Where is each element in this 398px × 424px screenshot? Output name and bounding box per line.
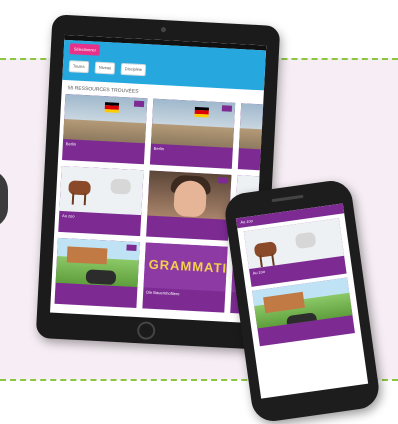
card-image <box>59 165 144 216</box>
castle-illustration <box>263 291 305 314</box>
filter-dropdown-1[interactable]: Toutes <box>68 60 90 74</box>
home-button[interactable] <box>136 321 156 341</box>
card-caption <box>239 148 267 154</box>
goat-illustration <box>294 231 317 250</box>
speaker-icon <box>271 194 304 203</box>
castle-illustration <box>66 246 108 265</box>
phone-resource-card[interactable]: Au zoo <box>243 218 347 287</box>
bookmark-icon[interactable] <box>133 100 145 108</box>
animal-illustration <box>85 269 117 285</box>
resource-card[interactable] <box>237 103 267 171</box>
card-image <box>238 103 267 150</box>
phone-screen: Au zoo Au zoo <box>235 203 369 399</box>
resource-card[interactable] <box>146 170 232 241</box>
camera-icon <box>160 26 167 33</box>
horse-leg <box>83 193 87 206</box>
phone-resource-card[interactable] <box>252 277 355 347</box>
filter-dropdown-3[interactable]: Discipline <box>120 62 147 77</box>
german-flag-icon <box>194 106 209 118</box>
horse-illustration <box>253 241 278 259</box>
resource-card[interactable] <box>54 237 140 309</box>
horse-leg <box>271 253 275 266</box>
bookmark-icon[interactable] <box>218 177 229 184</box>
goat-illustration <box>110 178 132 195</box>
card-image: GRAMMATIK <box>143 242 228 292</box>
select-button[interactable]: Sélectionner <box>69 43 101 56</box>
boy-face <box>173 179 208 218</box>
grammar-word: GRAMMATIK <box>148 256 228 277</box>
filter-dropdown-2[interactable]: Niveau <box>94 61 116 75</box>
bookmark-icon[interactable] <box>126 244 137 251</box>
resource-card[interactable]: Berlin <box>62 94 148 165</box>
resource-card[interactable]: Au zoo <box>58 165 144 237</box>
horse-leg <box>71 192 75 205</box>
resource-card[interactable]: GRAMMATIK Die Bauernhoftiere <box>142 242 228 313</box>
bookmark-icon[interactable] <box>221 105 233 112</box>
german-flag-icon <box>104 102 120 113</box>
resource-card[interactable]: Berlin <box>149 98 236 169</box>
